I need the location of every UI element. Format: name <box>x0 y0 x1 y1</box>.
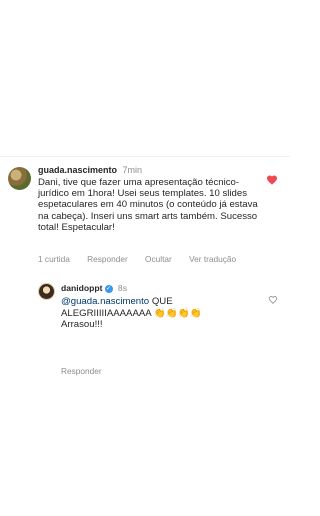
reply-time: 8s <box>117 283 127 293</box>
heart-outline-icon[interactable] <box>268 295 278 304</box>
comment-username[interactable]: guada.nascimento <box>38 165 117 175</box>
reply-header: danidoppt ✓ 8s <box>61 283 127 294</box>
divider <box>0 156 290 157</box>
reply-reply-button[interactable]: Responder <box>61 366 102 376</box>
reply-text: @guada.nascimento QUE ALEGRIIIIIAAAAAAA … <box>61 296 241 331</box>
verified-badge-icon: ✓ <box>104 284 113 293</box>
translate-button[interactable]: Ver tradução <box>189 254 236 264</box>
reply-button[interactable]: Responder <box>87 254 128 264</box>
comment-actions: 1 curtida Responder Ocultar Ver tradução <box>38 254 251 264</box>
comment-text: Dani, tive que fazer uma apresentação té… <box>38 177 258 233</box>
likes-count-link[interactable]: 1 curtida <box>38 254 70 264</box>
heart-filled-icon[interactable] <box>266 174 278 185</box>
comment-header: guada.nascimento 7min <box>38 164 142 176</box>
mention-link[interactable]: @guada.nascimento <box>61 296 149 307</box>
comment-time: 7min <box>122 165 143 175</box>
reply-avatar[interactable] <box>38 283 55 300</box>
empty-area <box>0 0 290 154</box>
reply-username[interactable]: danidoppt <box>61 283 103 293</box>
hide-button[interactable]: Ocultar <box>145 254 172 264</box>
avatar[interactable] <box>8 167 31 190</box>
